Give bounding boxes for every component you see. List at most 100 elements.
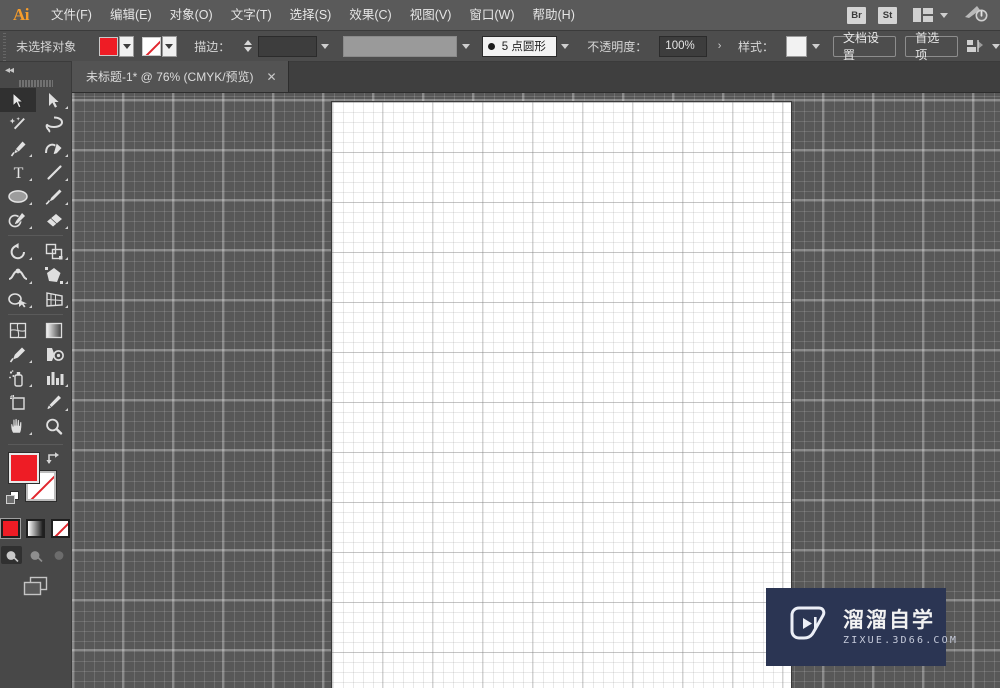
tool-flyout-indicator[interactable] [29, 360, 32, 363]
collapse-panel-icon[interactable]: ◂◂ [5, 65, 14, 76]
tool-flyout-indicator[interactable] [29, 226, 32, 229]
stroke-weight-stepper[interactable] [242, 36, 254, 57]
fill-swatch-dropdown-icon[interactable] [118, 35, 135, 57]
tool-flyout-indicator[interactable] [65, 106, 68, 109]
shaper-tool[interactable] [0, 208, 36, 232]
color-mode-color[interactable] [1, 519, 20, 538]
graphic-style-dropdown[interactable] [807, 36, 824, 57]
hand-tool[interactable] [0, 414, 36, 438]
variable-width-profile-field[interactable]: 5 点圆形 [481, 35, 557, 57]
menu-view[interactable]: 视图(V) [401, 0, 461, 31]
tool-flyout-indicator[interactable] [29, 154, 32, 157]
tool-flyout-indicator[interactable] [29, 384, 32, 387]
blend-tool[interactable] [36, 342, 72, 366]
align-to-selection-icon[interactable] [965, 38, 985, 54]
tool-flyout-indicator[interactable] [65, 202, 68, 205]
zoom-tool[interactable] [36, 414, 72, 438]
tool-flyout-indicator[interactable] [65, 305, 68, 308]
magic-wand-tool[interactable] [0, 112, 36, 136]
tool-flyout-indicator[interactable] [29, 257, 32, 260]
eyedropper-tool[interactable] [0, 342, 36, 366]
direct-selection-tool[interactable] [36, 88, 72, 112]
symbol-sprayer-tool[interactable] [0, 366, 36, 390]
tool-flyout-indicator[interactable] [65, 154, 68, 157]
tool-flyout-indicator[interactable] [29, 305, 32, 308]
close-icon[interactable]: ✕ [266, 71, 278, 83]
artboard[interactable] [331, 101, 792, 688]
artboard-tool[interactable] [0, 390, 36, 414]
tool-flyout-indicator[interactable] [29, 432, 32, 435]
tool-flyout-indicator[interactable] [65, 408, 68, 411]
chevron-down-icon[interactable] [557, 36, 574, 57]
column-graph-tool[interactable] [36, 366, 72, 390]
menu-object[interactable]: 对象(O) [161, 0, 222, 31]
menu-file[interactable]: 文件(F) [42, 0, 101, 31]
menu-edit[interactable]: 编辑(E) [101, 0, 161, 31]
menu-help[interactable]: 帮助(H) [524, 0, 584, 31]
preferences-button[interactable]: 首选项 [905, 31, 958, 62]
pen-tool[interactable] [0, 136, 36, 160]
chevron-down-icon[interactable] [807, 36, 824, 57]
eraser-tool[interactable] [36, 208, 72, 232]
menu-select[interactable]: 选择(S) [281, 0, 341, 31]
opacity-input[interactable]: 100% [659, 35, 708, 57]
tool-flyout-indicator[interactable] [65, 178, 68, 181]
creative-cloud-icon[interactable] [964, 4, 988, 27]
type-tool[interactable]: T [0, 160, 36, 184]
workspace-layout-icon[interactable] [913, 8, 933, 22]
align-dropdown-chevron-icon[interactable] [991, 43, 1000, 49]
swap-fill-stroke-icon[interactable] [45, 451, 61, 470]
draw-normal-mode[interactable] [1, 546, 22, 564]
fill-color-swatch-tool[interactable] [9, 453, 39, 483]
tool-flyout-indicator[interactable] [29, 202, 32, 205]
document-tab[interactable]: 未标题-1* @ 76% (CMYK/预览) ✕ [72, 61, 289, 92]
shape-builder-tool[interactable] [0, 287, 36, 311]
curvature-tool[interactable] [36, 136, 72, 160]
opacity-flyout-icon[interactable]: › [713, 40, 727, 52]
menu-effect[interactable]: 效果(C) [340, 0, 400, 31]
draw-inside-mode[interactable] [49, 546, 70, 564]
stock-icon[interactable]: St [878, 6, 897, 24]
perspective-grid-tool[interactable] [36, 287, 72, 311]
tool-flyout-indicator[interactable] [65, 384, 68, 387]
graphic-style-swatch[interactable] [786, 35, 807, 57]
selection-tool[interactable] [0, 88, 36, 112]
menu-window[interactable]: 窗口(W) [460, 0, 523, 31]
tool-flyout-indicator[interactable] [29, 281, 32, 284]
line-segment-tool[interactable] [36, 160, 72, 184]
free-transform-tool[interactable] [36, 263, 72, 287]
stroke-weight-dropdown[interactable] [317, 36, 334, 57]
tool-flyout-indicator[interactable] [65, 226, 68, 229]
default-fill-stroke-icon[interactable] [6, 491, 20, 510]
document-setup-button[interactable]: 文档设置 [833, 31, 897, 62]
tool-flyout-indicator[interactable] [65, 281, 68, 284]
bridge-icon[interactable]: Br [847, 6, 866, 24]
stroke-swatch-dropdown-icon[interactable] [161, 35, 178, 57]
stroke-weight-input[interactable] [258, 35, 317, 57]
lasso-tool[interactable] [36, 112, 72, 136]
gradient-tool[interactable] [36, 318, 72, 342]
slice-tool[interactable] [36, 390, 72, 414]
fill-color-swatch[interactable] [98, 36, 118, 56]
color-mode-gradient[interactable] [26, 519, 45, 538]
mesh-tool[interactable] [0, 318, 36, 342]
brush-definition-input[interactable] [343, 35, 458, 57]
chevron-down-icon[interactable] [940, 12, 948, 18]
width-tool[interactable] [0, 263, 36, 287]
brush-definition-dropdown[interactable] [457, 36, 474, 57]
scale-tool[interactable] [36, 239, 72, 263]
draw-behind-mode[interactable] [25, 546, 46, 564]
tool-flyout-indicator[interactable] [65, 257, 68, 260]
control-bar-grip[interactable] [0, 30, 9, 62]
canvas-area[interactable]: 溜溜自学 ZIXUE.3D66.COM [72, 93, 1000, 688]
rotate-tool[interactable] [0, 239, 36, 263]
chevron-down-icon[interactable] [317, 36, 334, 57]
screen-mode-icon[interactable] [22, 576, 50, 601]
tool-flyout-indicator[interactable] [29, 178, 32, 181]
color-mode-none[interactable] [51, 519, 70, 538]
stroke-color-swatch[interactable] [141, 36, 161, 56]
chevron-down-icon[interactable] [457, 36, 474, 57]
menu-type[interactable]: 文字(T) [222, 0, 281, 31]
ellipse-tool[interactable] [0, 184, 36, 208]
tools-panel-grip[interactable] [18, 78, 53, 88]
